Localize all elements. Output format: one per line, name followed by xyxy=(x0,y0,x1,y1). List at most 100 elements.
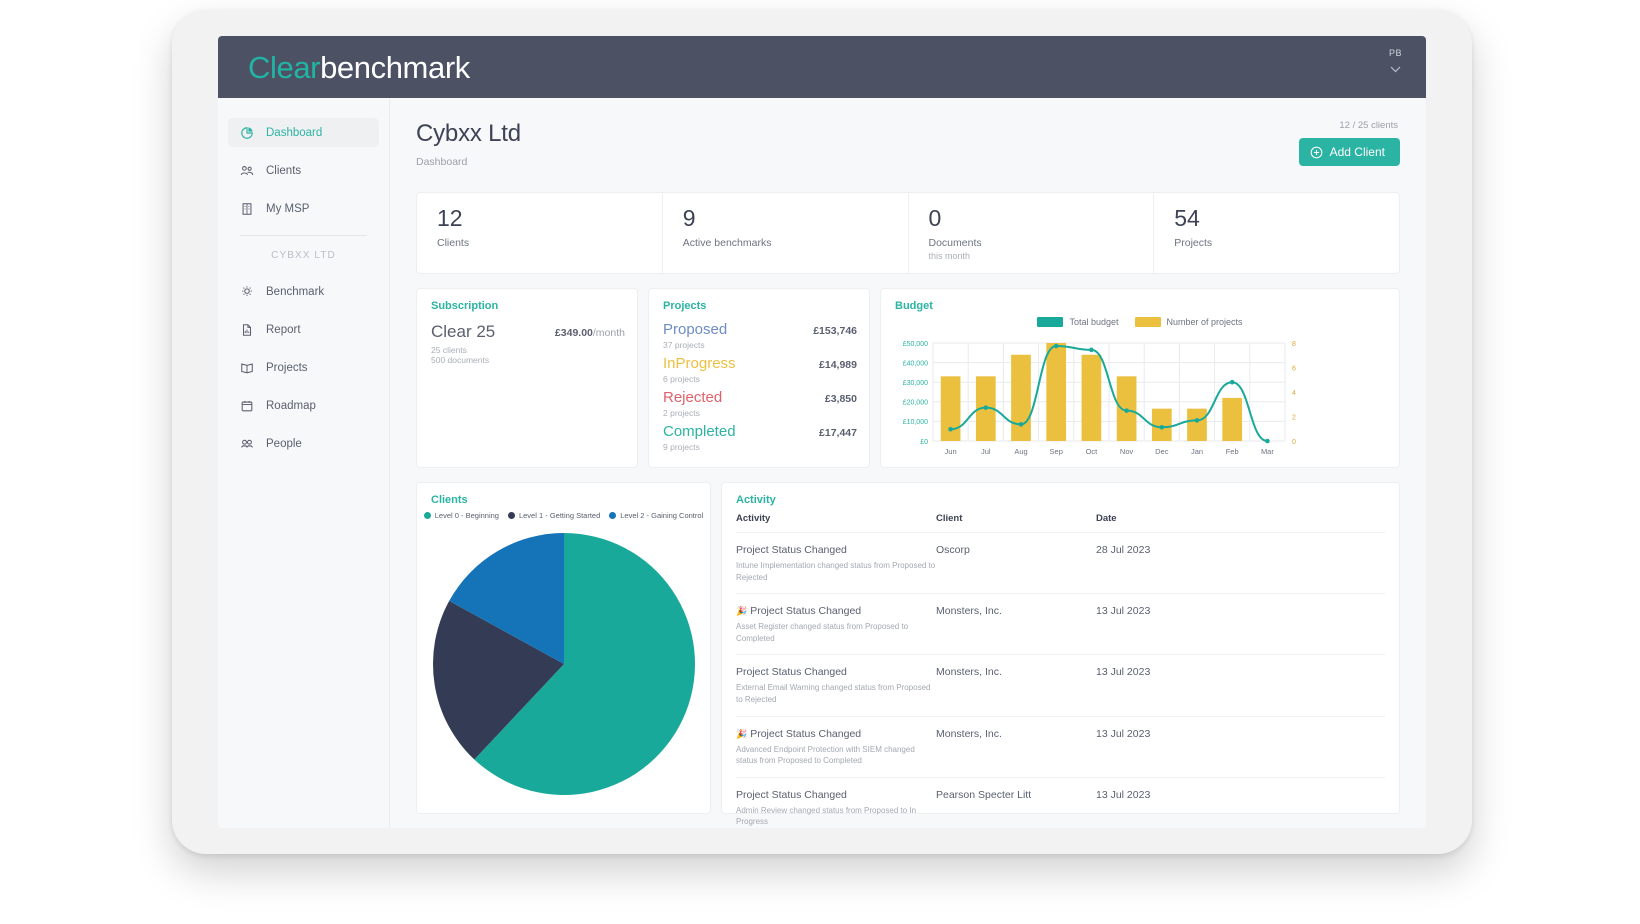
avatar-initials: PB xyxy=(1388,48,1402,58)
svg-text:Jun: Jun xyxy=(945,447,957,456)
legend-item-level-0: Level 0 - Beginning xyxy=(423,511,499,520)
app-logo[interactable]: Clearbenchmark xyxy=(248,50,470,86)
add-client-button[interactable]: Add Client xyxy=(1298,138,1400,166)
sidebar-item-report[interactable]: Report xyxy=(228,315,379,344)
user-menu[interactable]: PB xyxy=(1389,48,1402,76)
subscription-price-period: /month xyxy=(592,327,625,339)
subscription-plan-name: Clear 25 xyxy=(431,322,496,341)
subscription-card: Subscription Clear 25 £349.00/month 25 c… xyxy=(416,288,638,468)
activity-title: Project Status Changed xyxy=(736,544,847,556)
stat-label: Active benchmarks xyxy=(682,237,772,249)
column-header-date: Date xyxy=(1096,513,1117,524)
activity-row[interactable]: Project Status Changed Intune Implementat… xyxy=(736,533,1385,595)
sidebar-item-label: Benchmark xyxy=(266,285,325,298)
clients-pie-legend: Level 0 - Beginning Level 1 - Getting St… xyxy=(417,511,710,520)
project-status-amount: £17,447 xyxy=(819,427,857,439)
sidebar-divider xyxy=(240,235,367,236)
sidebar-item-my-msp[interactable]: My MSP xyxy=(228,194,379,223)
budget-chart-plot: £0 £10,000 £20,000 £30,000 £40,000 £50,000 0 2 4… xyxy=(903,341,1296,456)
logo-part-clear: Clear xyxy=(248,50,321,85)
subscription-price: £349.00/month xyxy=(555,327,625,339)
svg-text:£10,000: £10,000 xyxy=(903,419,928,426)
sidebar-item-label: Roadmap xyxy=(266,399,316,412)
project-status-row-proposed[interactable]: Proposed 37 projects £153,746 xyxy=(663,321,857,350)
svg-text:Feb: Feb xyxy=(1226,447,1239,456)
subscription-documents-limit: 500 documents xyxy=(431,355,490,365)
activity-title: Project Status Changed xyxy=(736,666,847,679)
sidebar-item-roadmap[interactable]: Roadmap xyxy=(228,391,379,420)
sidebar-item-label: Clients xyxy=(266,164,302,177)
project-status-amount: £3,850 xyxy=(824,393,857,405)
activity-description: Advanced Endpoint Protection with SIEM c… xyxy=(736,744,915,766)
app-screen: Clearbenchmark PB Dashboard Clients My M… xyxy=(218,36,1426,828)
activity-row[interactable]: 🎉 Project Status Changed Asset Register ch… xyxy=(736,594,1385,656)
sidebar-item-clients[interactable]: Clients xyxy=(228,156,379,185)
svg-text:8: 8 xyxy=(1292,341,1296,348)
project-status-count: 2 projects xyxy=(663,408,700,418)
sidebar-item-label: People xyxy=(266,437,302,450)
project-status-row-rejected[interactable]: Rejected 2 projects £3,850 xyxy=(663,389,857,418)
activity-description: Admin Review changed status from Propose… xyxy=(736,805,917,827)
project-status-amount: £153,746 xyxy=(813,325,857,337)
project-status-count: 37 projects xyxy=(663,340,705,350)
legend-swatch xyxy=(1037,317,1064,327)
pie-chart-icon xyxy=(239,125,254,140)
svg-text:Sep: Sep xyxy=(1050,447,1063,456)
clients-pie-card: Clients Level 0 - Beginning Level 1 - Ge… xyxy=(416,482,711,814)
svg-text:2: 2 xyxy=(1292,414,1296,421)
project-status-row-completed[interactable]: Completed 9 projects £17,447 xyxy=(663,423,857,452)
sidebar-item-dashboard[interactable]: Dashboard xyxy=(228,118,379,147)
sidebar-item-label: My MSP xyxy=(266,202,310,215)
legend-label: Number of projects xyxy=(1166,317,1243,327)
activity-title: Project Status Changed xyxy=(736,788,847,801)
svg-text:£30,000: £30,000 xyxy=(903,380,928,387)
projects-summary-card: Projects Proposed 37 projects £153,746 I… xyxy=(648,288,870,468)
legend-dot xyxy=(609,512,617,519)
legend-dot xyxy=(423,512,431,519)
top-bar: Clearbenchmark PB xyxy=(218,36,1426,98)
svg-text:6: 6 xyxy=(1292,365,1296,372)
people-icon xyxy=(239,163,254,178)
sidebar-item-benchmark[interactable]: Benchmark xyxy=(228,277,379,306)
svg-text:Nov: Nov xyxy=(1120,447,1134,456)
dashboard-row-2: Subscription Clear 25 £349.00/month 25 c… xyxy=(416,288,1400,468)
activity-date: 13 Jul 2023 xyxy=(1096,605,1151,618)
sidebar-item-projects[interactable]: Projects xyxy=(228,353,379,382)
legend-label: Level 0 - Beginning xyxy=(434,511,499,520)
svg-text:Mar: Mar xyxy=(1261,447,1274,456)
stat-label: Projects xyxy=(1174,237,1213,249)
column-header-client: Client xyxy=(936,513,963,524)
stat-value: 9 xyxy=(682,205,696,231)
svg-text:£40,000: £40,000 xyxy=(903,360,928,367)
stat-card-clients: 12 Clients xyxy=(417,193,663,273)
tablet-frame: Clearbenchmark PB Dashboard Clients My M… xyxy=(172,10,1472,854)
party-popper-icon: 🎉 xyxy=(736,728,748,739)
stat-card-documents: 0 Documents this month xyxy=(909,193,1155,273)
activity-row[interactable]: 🎉 Project Status Changed Advanced Endpoint… xyxy=(736,717,1385,778)
calendar-icon xyxy=(239,398,254,413)
person-group-icon xyxy=(239,436,254,451)
stat-value: 0 xyxy=(928,205,942,231)
plus-circle-icon xyxy=(1310,146,1323,159)
activity-cell: Project Status Changed Admin Review chang… xyxy=(736,789,936,828)
activity-date: 13 Jul 2023 xyxy=(1096,666,1151,679)
subscription-clients-limit: 25 clients xyxy=(431,345,467,355)
activity-cell: 🎉 Project Status Changed Advanced Endpoint… xyxy=(736,728,936,767)
project-status-row-inprogress[interactable]: InProgress 6 projects £14,989 xyxy=(663,355,857,384)
activity-row[interactable]: Project Status Changed External Email War… xyxy=(736,655,1385,717)
page-subtitle: Dashboard xyxy=(416,156,468,168)
book-icon xyxy=(239,360,254,375)
clients-pie-plot xyxy=(433,533,695,795)
sidebar-item-label: Report xyxy=(266,323,301,336)
budget-chart-card: Budget Total budget Number of projects £… xyxy=(880,288,1400,468)
sidebar-item-people[interactable]: People xyxy=(228,429,379,458)
svg-text:Jan: Jan xyxy=(1191,447,1203,456)
stat-value: 54 xyxy=(1174,205,1200,231)
project-status-amount: £14,989 xyxy=(819,359,857,371)
legend-item-level-1: Level 1 - Getting Started xyxy=(507,511,600,520)
legend-item-number-of-projects: Number of projects xyxy=(1134,317,1243,327)
activity-client: Oscorp xyxy=(936,544,970,556)
main-content: 12 / 25 clients Cybxx Ltd Dashboard Add … xyxy=(390,98,1426,828)
activity-row[interactable]: Project Status Changed Admin Review chang… xyxy=(736,778,1385,828)
sidebar-item-label: Projects xyxy=(266,361,308,374)
